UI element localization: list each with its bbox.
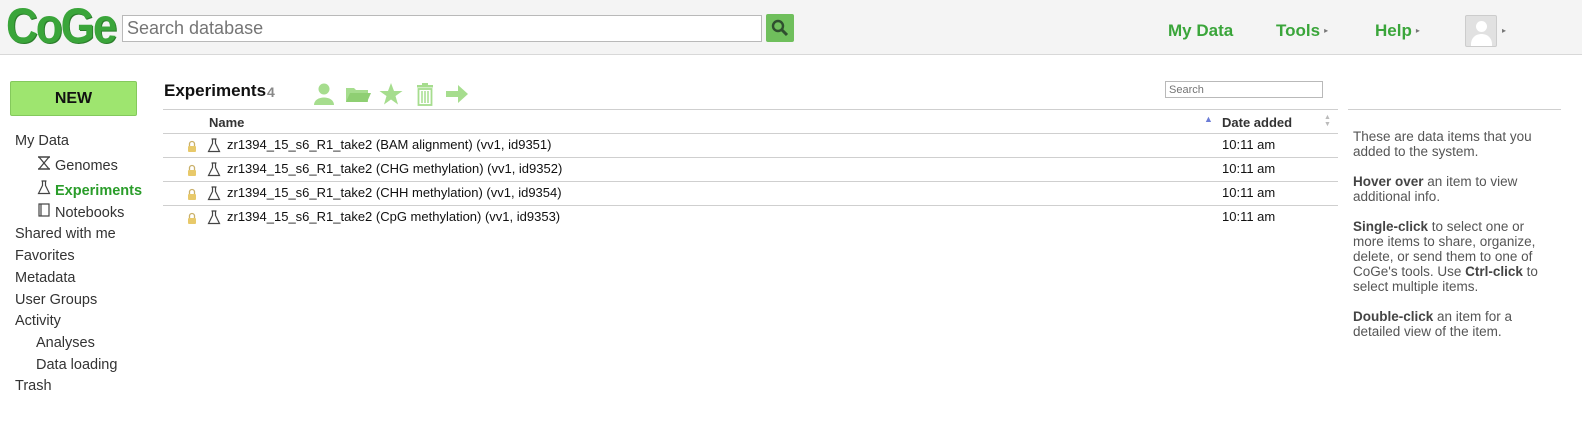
caret-right-icon: ▸ — [1324, 26, 1329, 35]
sidebar-item-analyses[interactable]: Analyses — [36, 335, 95, 351]
info-panel: These are data items that you added to t… — [1353, 129, 1553, 354]
sidebar-item-activity[interactable]: Activity — [15, 313, 61, 329]
nav-tools[interactable]: Tools ▸ — [1276, 21, 1328, 41]
flask-icon — [207, 138, 221, 158]
date-added: 10:11 am — [1222, 161, 1276, 176]
experiment-name: zr1394_15_s6_R1_take2 (CpG methylation) … — [227, 209, 561, 224]
coge-logo[interactable]: CoGe — [6, 1, 117, 51]
search-button[interactable] — [766, 14, 794, 42]
star-icon[interactable] — [377, 80, 405, 108]
info-intro: These are data items that you added to t… — [1353, 129, 1532, 159]
item-count: 4 — [267, 84, 275, 100]
sidebar-item-favorites[interactable]: Favorites — [15, 248, 75, 264]
user-avatar[interactable] — [1465, 15, 1497, 47]
sidebar-item-metadata[interactable]: Metadata — [15, 270, 75, 286]
trash-icon[interactable] — [411, 80, 439, 108]
info-hover: Hover over an item to view additional in… — [1353, 174, 1518, 204]
lock-icon — [186, 187, 198, 205]
notebook-icon — [36, 203, 51, 221]
sidebar-item-my-data[interactable]: My Data — [15, 133, 69, 149]
table-search-input[interactable] — [1165, 81, 1323, 98]
sidebar-item-genomes[interactable]: Genomes — [36, 156, 118, 174]
sidebar-item-data-loading[interactable]: Data loading — [36, 357, 117, 373]
sidebar-item-experiments[interactable]: Experiments — [36, 180, 142, 199]
genome-icon — [36, 156, 51, 174]
date-added: 10:11 am — [1222, 209, 1276, 224]
date-added: 10:11 am — [1222, 185, 1276, 200]
sidebar-item-trash[interactable]: Trash — [15, 378, 52, 394]
table-top-border — [163, 109, 1338, 110]
table-row[interactable]: zr1394_15_s6_R1_take2 (CHG methylation) … — [163, 157, 1338, 181]
nav-help[interactable]: Help ▸ — [1375, 21, 1420, 41]
lock-icon — [186, 163, 198, 181]
column-header-date-added[interactable]: Date added — [1222, 115, 1292, 130]
experiment-name: zr1394_15_s6_R1_take2 (CHH methylation) … — [227, 185, 562, 200]
table-row[interactable]: zr1394_15_s6_R1_take2 (BAM alignment) (v… — [163, 133, 1338, 157]
sidebar-item-notebooks[interactable]: Notebooks — [36, 203, 124, 221]
date-added: 10:11 am — [1222, 137, 1276, 152]
send-arrow-icon[interactable] — [443, 80, 471, 108]
flask-icon — [207, 162, 221, 182]
column-header-name[interactable]: Name — [209, 115, 244, 130]
share-user-icon[interactable] — [310, 80, 338, 108]
folder-icon[interactable] — [344, 80, 372, 108]
table-row[interactable]: zr1394_15_s6_R1_take2 (CpG methylation) … — [163, 205, 1338, 229]
experiment-name: zr1394_15_s6_R1_take2 (BAM alignment) (v… — [227, 137, 552, 152]
page-title: Experiments — [164, 81, 267, 100]
sidebar-item-shared-with-me[interactable]: Shared with me — [15, 226, 116, 242]
table-row[interactable]: zr1394_15_s6_R1_take2 (CHH methylation) … — [163, 181, 1338, 205]
nav-my-data[interactable]: My Data — [1168, 21, 1233, 41]
caret-right-icon[interactable]: ▸ — [1502, 26, 1506, 35]
flask-icon — [207, 210, 221, 230]
info-panel-divider — [1348, 109, 1561, 110]
flask-icon — [207, 186, 221, 206]
info-double-click: Double-click an item for a detailed view… — [1353, 309, 1513, 339]
experiment-name: zr1394_15_s6_R1_take2 (CHG methylation) … — [227, 161, 563, 176]
sort-icon[interactable]: ▲ ▼ — [1324, 114, 1331, 128]
magnifier-icon — [771, 19, 789, 37]
sort-ascending-icon[interactable]: ▲ — [1204, 114, 1213, 124]
new-button[interactable]: NEW — [10, 81, 137, 116]
flask-icon — [36, 180, 51, 199]
lock-icon — [186, 139, 198, 157]
caret-right-icon: ▸ — [1415, 26, 1420, 35]
lock-icon — [186, 211, 198, 229]
search-database-input[interactable] — [122, 15, 762, 42]
info-single-click: Single-click to select one or more items… — [1353, 219, 1538, 294]
top-header: CoGe My Data Tools▸ Help▸ ▸ — [0, 0, 1582, 55]
sidebar-item-user-groups[interactable]: User Groups — [15, 292, 97, 308]
